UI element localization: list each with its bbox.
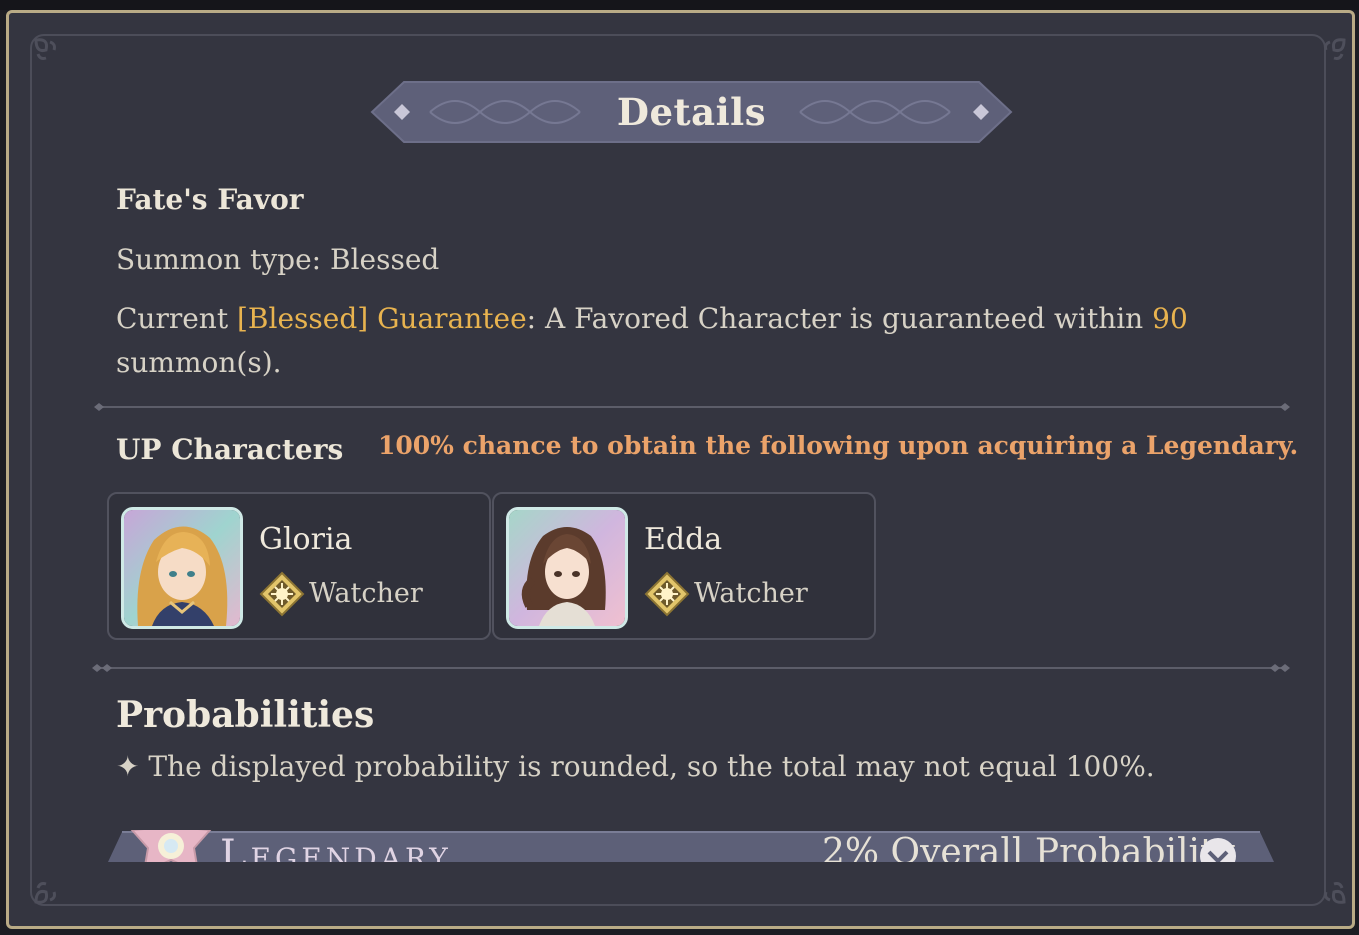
summon-type: Summon type: Blessed bbox=[116, 243, 440, 276]
character-name: Edda bbox=[644, 522, 723, 557]
title-banner: Details bbox=[370, 80, 1013, 144]
tier-overall-probability: 2% Overall Probability bbox=[822, 832, 1235, 862]
character-class: Watcher bbox=[694, 578, 808, 609]
up-characters-heading: UP Characters bbox=[116, 433, 344, 466]
legendary-gem-icon bbox=[128, 830, 214, 862]
legendary-tier-row[interactable]: Legendary 2% Overall Probability bbox=[108, 830, 1274, 862]
guarantee-count: 90 bbox=[1152, 302, 1188, 335]
banner-name: Fate's Favor bbox=[116, 183, 304, 216]
character-card-gloria[interactable]: Gloria Watcher bbox=[107, 492, 491, 640]
corner-ornament-icon bbox=[1314, 36, 1348, 70]
gloria-portrait bbox=[121, 507, 243, 629]
character-name: Gloria bbox=[259, 522, 353, 557]
guarantee-prefix: Current bbox=[116, 302, 237, 335]
details-dialog bbox=[6, 10, 1355, 929]
probabilities-note: ✦ The displayed probability is rounded, … bbox=[116, 750, 1155, 783]
chevron-down-icon[interactable] bbox=[1198, 836, 1238, 862]
watcher-class-icon bbox=[644, 571, 690, 617]
section-divider bbox=[94, 402, 1290, 412]
guarantee-text: Current [Blessed] Guarantee: A Favored C… bbox=[116, 302, 1188, 335]
corner-ornament-icon bbox=[32, 36, 66, 70]
tier-label: Legendary bbox=[220, 832, 452, 862]
guarantee-suffix: summon(s). bbox=[116, 346, 282, 379]
character-class: Watcher bbox=[309, 578, 423, 609]
character-card-edda[interactable]: Edda Watcher bbox=[492, 492, 876, 640]
edda-portrait bbox=[506, 507, 628, 629]
corner-ornament-icon bbox=[32, 872, 66, 906]
guarantee-middle: : A Favored Character is guaranteed with… bbox=[526, 302, 1153, 335]
corner-ornament-icon bbox=[1314, 872, 1348, 906]
probabilities-heading: Probabilities bbox=[116, 694, 375, 736]
watcher-class-icon bbox=[259, 571, 305, 617]
up-characters-note: 100% chance to obtain the following upon… bbox=[378, 431, 1299, 460]
background-strip bbox=[0, 0, 1359, 10]
dialog-title: Details bbox=[616, 90, 767, 134]
guarantee-highlight: [Blessed] Guarantee bbox=[236, 302, 527, 335]
section-divider bbox=[92, 663, 1290, 673]
